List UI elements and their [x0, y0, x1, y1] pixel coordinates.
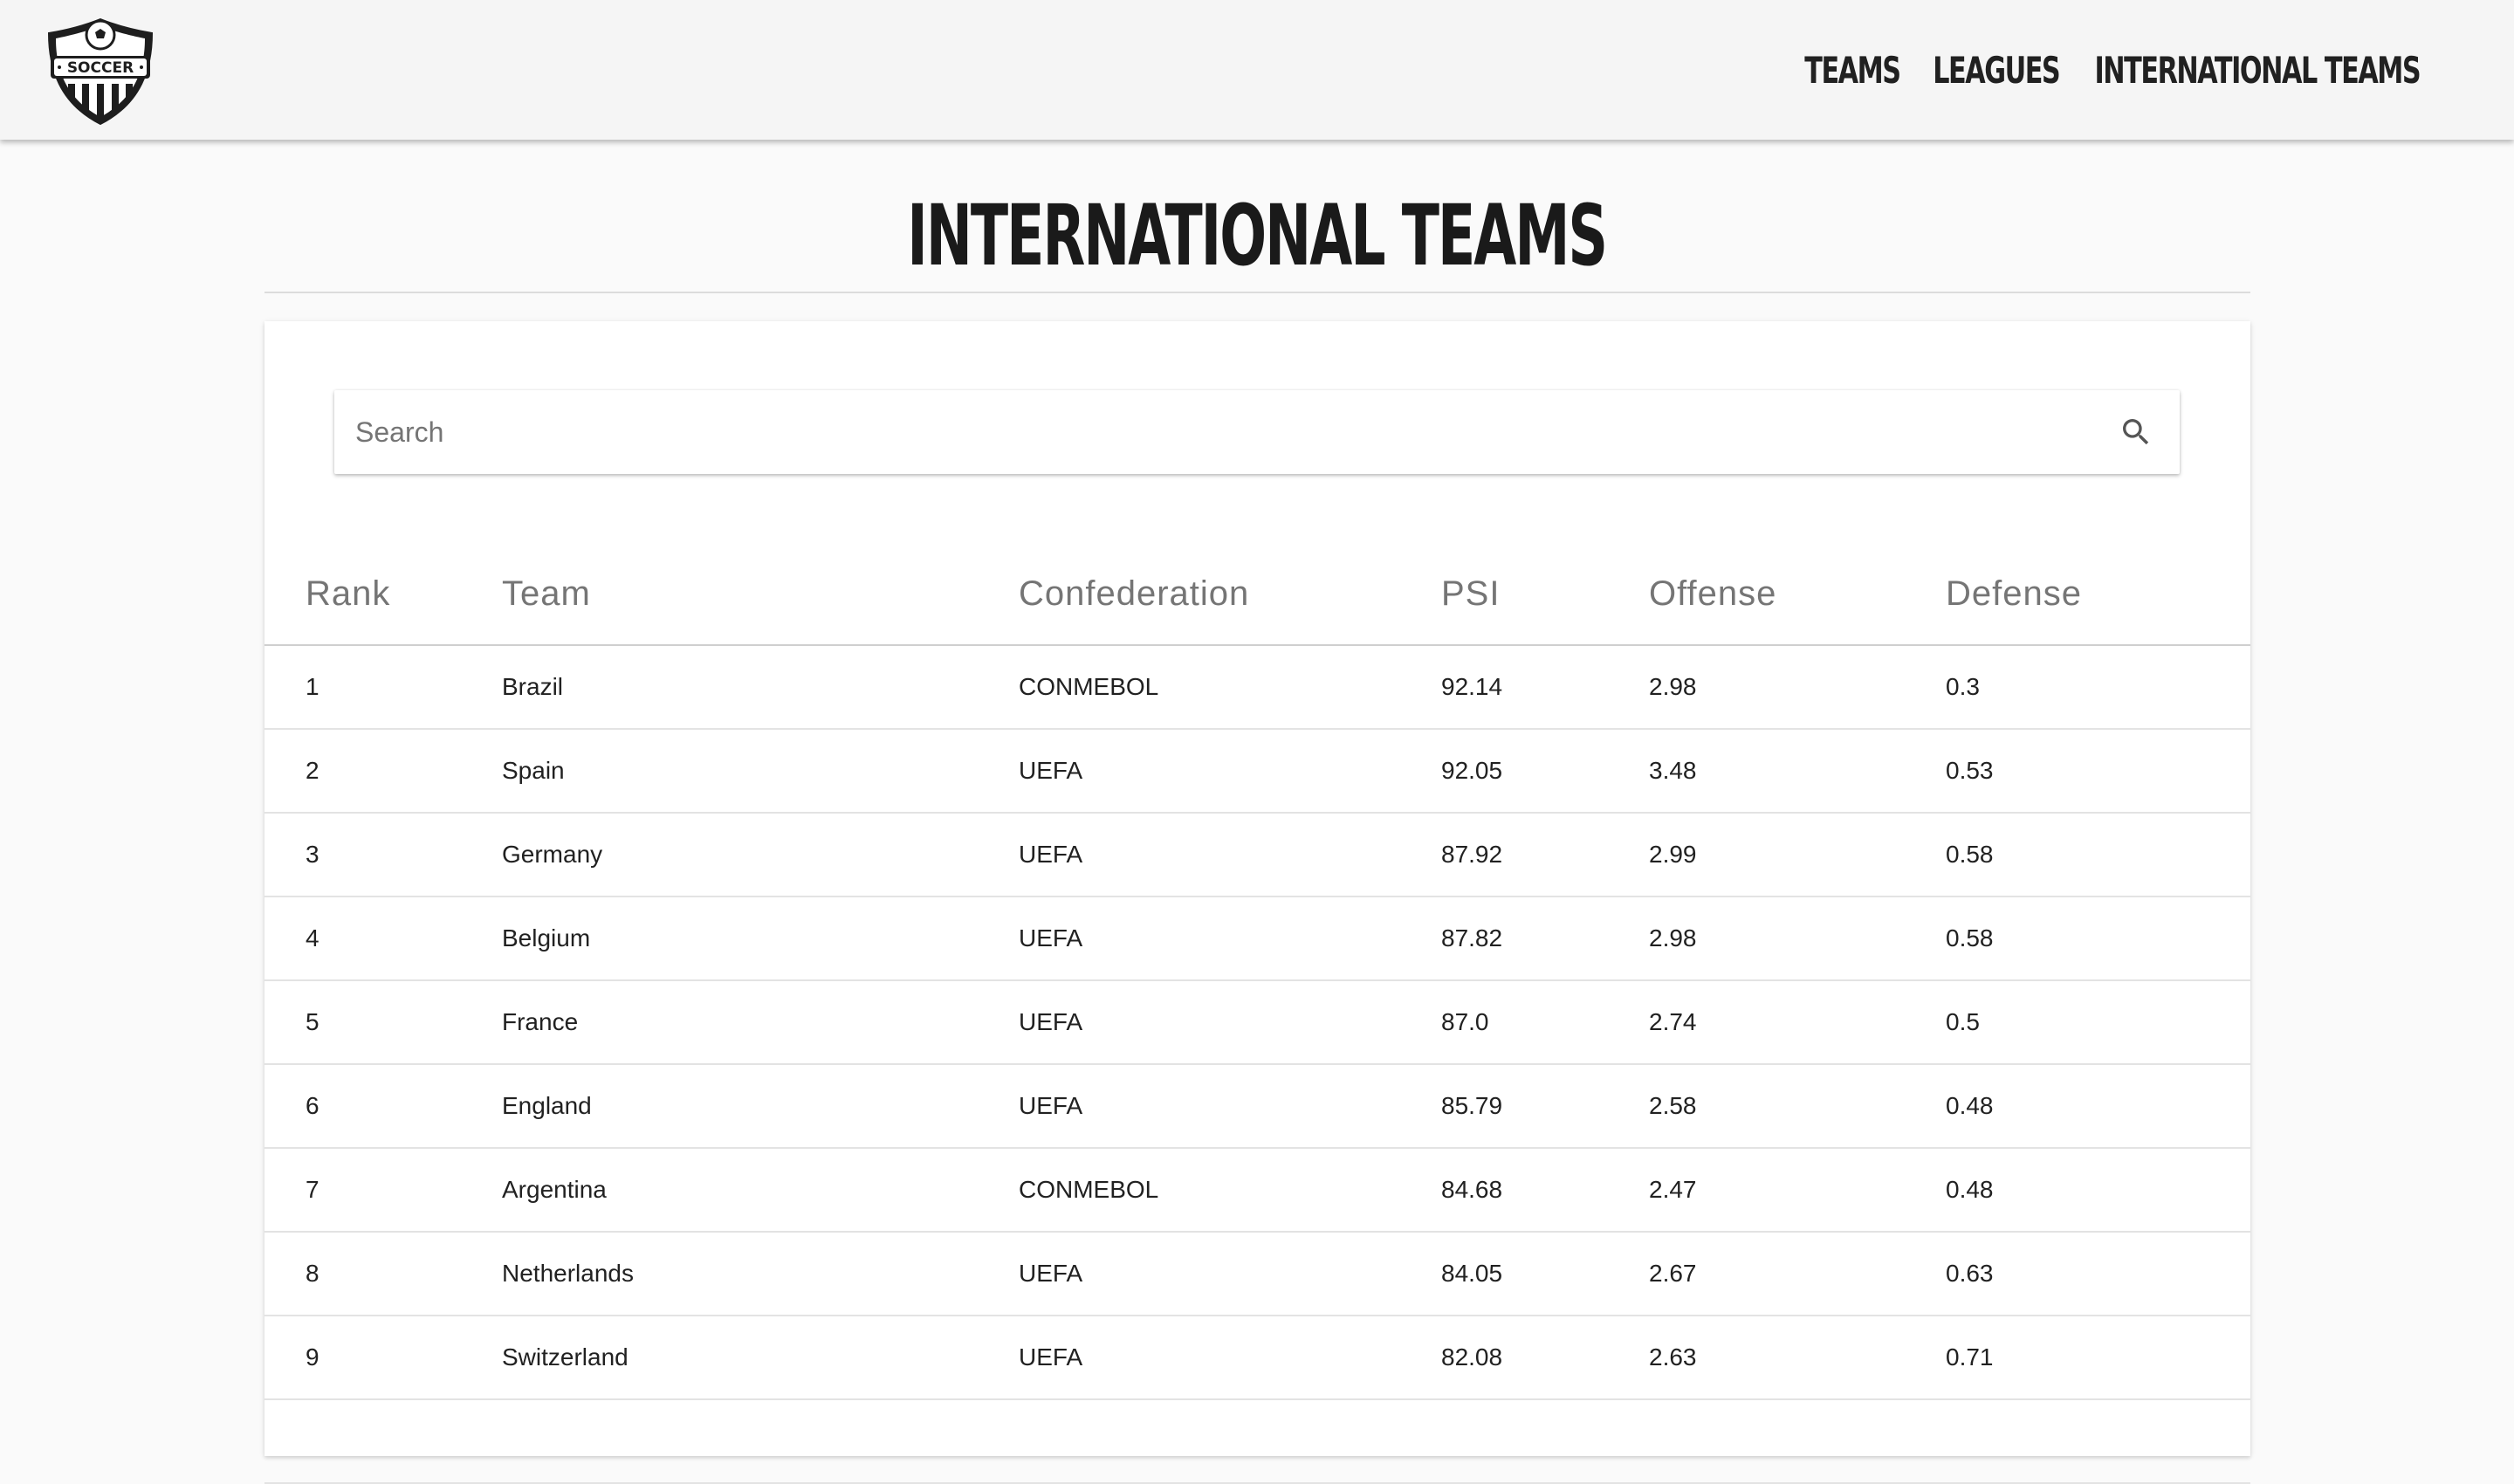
cell-confederation: CONMEBOL — [1019, 1148, 1441, 1233]
cell-psi: 92.14 — [1441, 645, 1649, 730]
cell-defense: 0.53 — [1946, 729, 2250, 814]
cell-psi: 85.79 — [1441, 1064, 1649, 1149]
table-row[interactable]: 7 Argentina CONMEBOL 84.68 2.47 0.48 — [264, 1148, 2250, 1233]
table-row[interactable]: 4 Belgium UEFA 87.82 2.98 0.58 — [264, 897, 2250, 981]
cell-confederation: UEFA — [1019, 1316, 1441, 1400]
cell-defense: 0.48 — [1946, 1064, 2250, 1149]
cell-psi: 82.08 — [1441, 1316, 1649, 1400]
table-row[interactable]: 9 Switzerland UEFA 82.08 2.63 0.71 — [264, 1316, 2250, 1400]
cell-offense: 3.48 — [1649, 729, 1946, 814]
cell-rank: 5 — [264, 980, 502, 1065]
nav-link-international-teams[interactable]: INTERNATIONAL TEAMS — [2095, 49, 2421, 92]
cell-offense: 2.99 — [1649, 813, 1946, 897]
cell-rank: 6 — [264, 1064, 502, 1149]
table-row[interactable] — [264, 1399, 2250, 1484]
cell-defense — [1946, 1399, 2250, 1484]
cell-psi: 84.68 — [1441, 1148, 1649, 1233]
cell-defense: 0.48 — [1946, 1148, 2250, 1233]
cell-offense: 2.98 — [1649, 645, 1946, 730]
page-title-text: INTERNATIONAL TEAMS — [907, 187, 1609, 285]
cell-offense: 2.58 — [1649, 1064, 1946, 1149]
cell-psi: 87.82 — [1441, 897, 1649, 981]
cell-confederation — [1019, 1399, 1441, 1484]
cell-rank: 4 — [264, 897, 502, 981]
cell-psi — [1441, 1399, 1649, 1484]
cell-confederation: UEFA — [1019, 980, 1441, 1065]
column-header-rank[interactable]: Rank — [264, 544, 502, 646]
nav-link-teams[interactable]: TEAMS — [1804, 49, 1901, 92]
cell-rank: 1 — [264, 645, 502, 730]
cell-defense: 0.71 — [1946, 1316, 2250, 1400]
cell-offense — [1649, 1399, 1946, 1484]
cell-defense: 0.63 — [1946, 1232, 2250, 1316]
nav-link-leagues[interactable]: LEAGUES — [1933, 49, 2061, 92]
cell-confederation: UEFA — [1019, 813, 1441, 897]
cell-confederation: UEFA — [1019, 729, 1441, 814]
cell-rank: 3 — [264, 813, 502, 897]
title-divider — [264, 292, 2250, 293]
cell-psi: 87.0 — [1441, 980, 1649, 1065]
cell-offense: 2.67 — [1649, 1232, 1946, 1316]
cell-team: England — [502, 1064, 1019, 1149]
cell-psi: 84.05 — [1441, 1232, 1649, 1316]
table-header-row: Rank Team Confederation PSI Offense Defe… — [264, 544, 2250, 646]
cell-confederation: UEFA — [1019, 1064, 1441, 1149]
table-row[interactable]: 1 Brazil CONMEBOL 92.14 2.98 0.3 — [264, 645, 2250, 730]
search-icon[interactable] — [2119, 415, 2153, 450]
table-body: 1 Brazil CONMEBOL 92.14 2.98 0.3 2 Spain… — [264, 645, 2250, 1484]
cell-psi: 87.92 — [1441, 813, 1649, 897]
cell-offense: 2.98 — [1649, 897, 1946, 981]
table-row[interactable]: 2 Spain UEFA 92.05 3.48 0.53 — [264, 729, 2250, 814]
cell-rank: 8 — [264, 1232, 502, 1316]
cell-team — [502, 1399, 1019, 1484]
table-row[interactable]: 6 England UEFA 85.79 2.58 0.48 — [264, 1064, 2250, 1149]
column-header-defense[interactable]: Defense — [1946, 544, 2250, 646]
cell-rank — [264, 1399, 502, 1484]
column-header-offense[interactable]: Offense — [1649, 544, 1946, 646]
cell-team: France — [502, 980, 1019, 1065]
teams-card: Rank Team Confederation PSI Offense Defe… — [264, 321, 2250, 1484]
cell-team: Brazil — [502, 645, 1019, 730]
cell-confederation: UEFA — [1019, 897, 1441, 981]
logo-text: SOCCER — [67, 59, 134, 77]
nav-links: TEAMS LEAGUES INTERNATIONAL TEAMS — [1786, 0, 2444, 140]
table-row[interactable]: 8 Netherlands UEFA 84.05 2.67 0.63 — [264, 1232, 2250, 1316]
table-row[interactable]: 3 Germany UEFA 87.92 2.99 0.58 — [264, 813, 2250, 897]
column-header-psi[interactable]: PSI — [1441, 544, 1649, 646]
cell-team: Netherlands — [502, 1232, 1019, 1316]
soccer-logo[interactable]: SOCCER — [44, 16, 157, 127]
cell-rank: 7 — [264, 1148, 502, 1233]
cell-team: Argentina — [502, 1148, 1019, 1233]
cell-offense: 2.74 — [1649, 980, 1946, 1065]
cell-team: Spain — [502, 729, 1019, 814]
cell-team: Germany — [502, 813, 1019, 897]
cell-offense: 2.47 — [1649, 1148, 1946, 1233]
cell-defense: 0.3 — [1946, 645, 2250, 730]
cell-defense: 0.58 — [1946, 897, 2250, 981]
top-navbar: SOCCER TEAMS LEAGUES INTERNATIONAL TEAMS — [0, 0, 2514, 140]
cell-defense: 0.5 — [1946, 980, 2250, 1065]
cell-rank: 2 — [264, 729, 502, 814]
cell-offense: 2.63 — [1649, 1316, 1946, 1400]
cell-team: Switzerland — [502, 1316, 1019, 1400]
cell-rank: 9 — [264, 1316, 502, 1400]
teams-table: Rank Team Confederation PSI Offense Defe… — [264, 544, 2250, 1484]
search-box — [334, 390, 2180, 474]
cell-confederation: UEFA — [1019, 1232, 1441, 1316]
table-row[interactable]: 5 France UEFA 87.0 2.74 0.5 — [264, 980, 2250, 1065]
cell-team: Belgium — [502, 897, 1019, 981]
cell-confederation: CONMEBOL — [1019, 645, 1441, 730]
column-header-confederation[interactable]: Confederation — [1019, 544, 1441, 646]
cell-defense: 0.58 — [1946, 813, 2250, 897]
search-input[interactable] — [334, 390, 2063, 474]
column-header-team[interactable]: Team — [502, 544, 1019, 646]
cell-psi: 92.05 — [1441, 729, 1649, 814]
page-title: INTERNATIONAL TEAMS — [0, 183, 2514, 288]
